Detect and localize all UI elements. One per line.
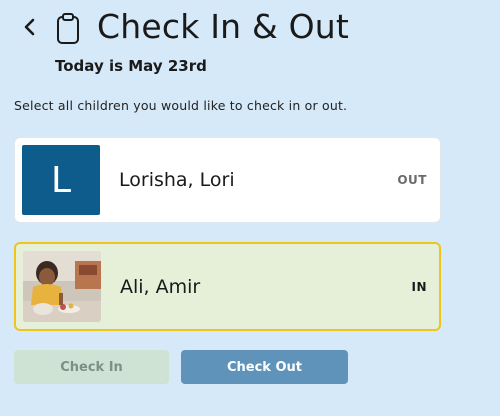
avatar-photo	[23, 251, 101, 322]
avatar: L	[22, 145, 100, 215]
child-name: Ali, Amir	[120, 276, 201, 298]
child-name: Lorisha, Lori	[119, 169, 235, 191]
status-badge: IN	[411, 280, 427, 294]
instructions-text: Select all children you would like to ch…	[14, 98, 348, 113]
today-date: Today is May 23rd	[55, 57, 207, 75]
check-out-button[interactable]: Check Out	[181, 350, 348, 384]
back-button[interactable]	[18, 14, 40, 40]
check-in-button[interactable]: Check In	[14, 350, 169, 384]
child-card-lorisha-lori[interactable]: L Lorisha, Lori OUT	[14, 137, 441, 223]
child-card-ali-amir[interactable]: Ali, Amir IN	[14, 242, 441, 331]
clipboard-icon	[57, 13, 79, 44]
chevron-left-icon	[24, 18, 35, 36]
status-badge: OUT	[397, 173, 427, 187]
page-title: Check In & Out	[97, 7, 349, 46]
child-photo-image	[23, 251, 101, 322]
